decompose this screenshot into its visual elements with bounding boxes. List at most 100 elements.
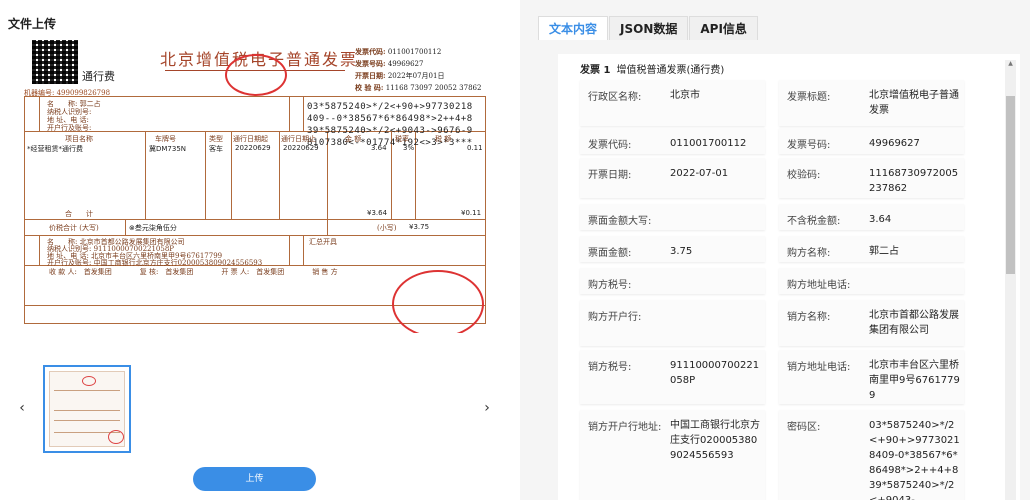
item-tax: 0.11: [467, 144, 483, 152]
col-tax: 税 额: [435, 135, 452, 143]
scroll-up-icon[interactable]: ▲: [1005, 60, 1016, 70]
field-cell: 购方开户行:: [580, 300, 765, 346]
field-row: 购方开户行: 销方名称: 北京市首都公路发展集团有限公司: [580, 300, 994, 346]
qr-code-icon: [32, 40, 78, 84]
col-plate: 车牌号: [155, 135, 176, 143]
divider: [279, 131, 280, 219]
col-amount: 金 额: [345, 135, 362, 143]
divider: [205, 131, 206, 219]
thumb-line: [54, 410, 120, 411]
col-type: 类型: [209, 135, 223, 143]
meta-check-code: 校 验 码: 11168 73097 20052 37862: [355, 83, 482, 92]
text-content-area: 发票 1 增值税普通发票(通行费) 行政区名称: 北京市 发票标题: 北京增值税电子普…: [558, 54, 1020, 500]
sum-small: ¥3.75: [409, 223, 430, 231]
upload-panel: 文件上传 通行费 机器编号: 499099826798 北京增值税电子普通发票 …: [0, 0, 510, 500]
thumb-line: [54, 420, 120, 421]
item-end: 20220629: [283, 144, 319, 152]
field-cell: 校验码: 11168730972005237862: [779, 158, 964, 198]
field-cell: 行政区名称: 北京市: [580, 80, 765, 126]
field-cell: 购方税号:: [580, 268, 765, 294]
divider: [39, 97, 40, 131]
app-root: 文件上传 通行费 机器编号: 499099826798 北京增值税电子普通发票 …: [0, 0, 1030, 500]
sum-words: ⊗叁元柒角伍分: [129, 224, 177, 232]
field-row: 销方开户行地址: 中国工商银行北京方庄支行0200053809024556593 …: [580, 410, 994, 500]
divider: [303, 97, 304, 131]
field-cell: 票面金额: 3.75: [580, 236, 765, 262]
field-cell: 发票号码: 49969627: [779, 128, 964, 154]
field-cell: 销方开户行地址: 中国工商银行北京方庄支行0200053809024556593: [580, 410, 765, 500]
item-plate: 冀DM735N: [149, 145, 187, 153]
meta-number: 发票号码: 49969627: [355, 59, 424, 68]
divider: [25, 235, 485, 236]
sum-label: 价税合计 (大写): [49, 224, 99, 232]
section-index: 发票 1: [580, 65, 611, 76]
divider: [39, 235, 40, 265]
tab-text-content[interactable]: 文本内容: [538, 16, 609, 40]
field-row: 开票日期: 2022-07-01 校验码: 11168730972005237862: [580, 158, 994, 198]
scrollbar-thumb[interactable]: [1006, 96, 1015, 274]
tab-api-info[interactable]: API信息: [689, 16, 758, 40]
thumb-line: [54, 390, 120, 391]
results-scrollbar[interactable]: ▲: [1005, 60, 1016, 500]
field-cell: 销方名称: 北京市首都公路发展集团有限公司: [779, 300, 964, 346]
next-arrow-icon[interactable]: ›: [479, 396, 495, 420]
invoice-type-label: 通行费: [82, 70, 115, 83]
meta-date: 开票日期: 2022年07月01日: [355, 71, 445, 80]
col-item: 项目名称: [65, 135, 93, 143]
field-cell: 销方税号: 91110000700221058P: [580, 350, 765, 404]
item-name: *经营租赁*通行费: [27, 145, 83, 153]
divider: [231, 131, 232, 219]
divider: [25, 219, 485, 220]
field-cell: 密码区: 03*5875240>*/2<+90+>97730218409-0*38…: [779, 410, 964, 500]
item-amount: 3.64: [371, 144, 387, 152]
field-cell: 购方名称: 郭二占: [779, 236, 964, 262]
total-tax: ¥0.11: [461, 209, 482, 217]
field-cell: 销方地址电话: 北京市丰台区六里桥南里甲9号67617799: [779, 350, 964, 404]
upload-button[interactable]: 上传: [193, 467, 316, 491]
item-type: 客车: [209, 145, 223, 153]
field-cell: 开票日期: 2022-07-01: [580, 158, 765, 198]
item-start: 20220629: [235, 144, 271, 152]
result-panel: 文本内容 JSON数据 API信息 发票 1 增值税普通发票(通行费) 行政区名称…: [520, 0, 1030, 500]
upload-panel-title: 文件上传: [8, 17, 57, 31]
sum-small-label: (小写): [377, 224, 397, 232]
field-row: 票面金额大写: 不含税金额: 3.64: [580, 204, 994, 230]
thumbnail-image: [49, 371, 125, 447]
field-row: 购方税号: 购方地址电话:: [580, 268, 994, 294]
divider: [145, 131, 146, 219]
total-label: 合 计: [65, 210, 93, 218]
field-row: 票面金额: 3.75 购方名称: 郭二占: [580, 236, 994, 262]
thumb-seal-icon: [108, 430, 124, 444]
tax-seal-icon: [225, 54, 287, 96]
divider: [125, 219, 126, 235]
field-row: 销方税号: 91110000700221058P 销方地址电话: 北京市丰台区六里桥…: [580, 350, 994, 404]
invoice-footer: 收 款 人: 首发集团 复 核: 首发集团 开 票 人: 首发集团 销 售 方: [49, 268, 338, 276]
section-type: 增值税普通发票(通行费): [616, 65, 725, 76]
field-row: 行政区名称: 北京市 发票标题: 北京增值税电子普通发票: [580, 80, 994, 126]
field-cell: 不含税金额: 3.64: [779, 204, 964, 230]
prev-arrow-icon[interactable]: ‹: [14, 396, 30, 420]
invoice-section-title: 发票 1 增值税普通发票(通行费): [580, 61, 724, 76]
buyer-bank: 开户行及账号:: [47, 124, 92, 132]
invoice-meta: 发票代码: 011001700112 发票号码: 49969627 开票日期: …: [355, 46, 481, 94]
total-amount: ¥3.64: [367, 209, 388, 217]
invoice-preview: 通行费 机器编号: 499099826798 北京增值税电子普通发票 发票代码:…: [20, 38, 490, 333]
meta-code: 发票代码: 011001700112: [355, 47, 442, 56]
field-cell: 票面金额大写:: [580, 204, 765, 230]
result-tabs: 文本内容 JSON数据 API信息: [538, 16, 759, 40]
col-start: 通行日期起: [233, 135, 268, 143]
field-cell: 发票标题: 北京增值税电子普通发票: [779, 80, 964, 126]
item-rate: 3%: [403, 144, 415, 152]
tab-json-data[interactable]: JSON数据: [609, 16, 689, 40]
thumb-seal-icon: [82, 376, 96, 386]
divider: [303, 235, 304, 265]
field-cell: 发票代码: 011001700112: [580, 128, 765, 154]
field-row: 发票代码: 011001700112 发票号码: 49969627: [580, 128, 994, 154]
col-end: 通行日期止: [281, 135, 316, 143]
field-cell: 购方地址电话:: [779, 268, 964, 294]
invoice-thumbnail[interactable]: [43, 365, 131, 453]
divider: [289, 235, 290, 265]
company-seal-icon: [392, 270, 484, 333]
col-rate: 税率: [395, 135, 409, 143]
remark-label: 汇总开具: [309, 238, 337, 246]
